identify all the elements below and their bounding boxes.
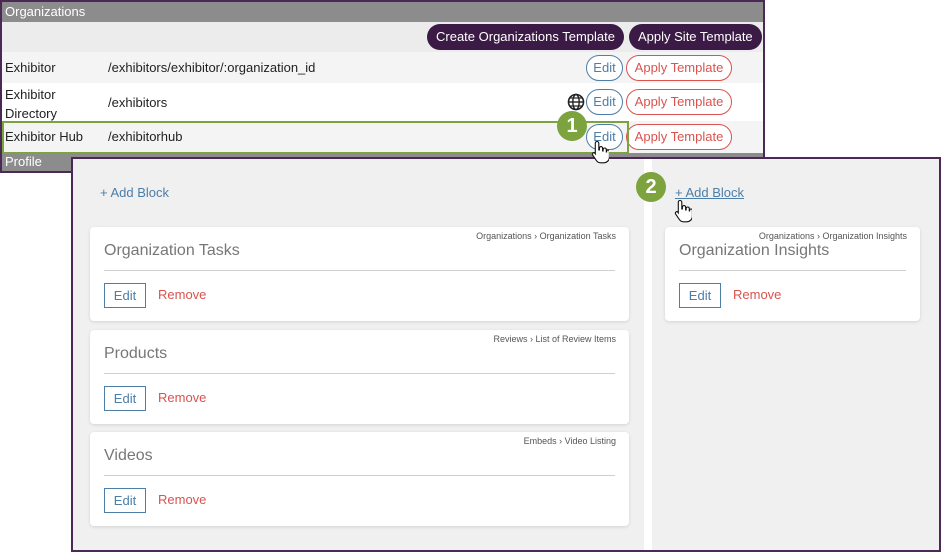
block-edit-button[interactable]: Edit — [104, 283, 146, 308]
block-card: Embeds › Video Listing Videos Edit Remov… — [90, 432, 629, 526]
row-name: Exhibitor Hub — [5, 129, 84, 144]
step-badge-1: 1 — [557, 111, 587, 141]
block-edit-button[interactable]: Edit — [104, 488, 146, 513]
block-breadcrumb: Organizations › Organization Tasks — [476, 231, 616, 241]
table-row: Exhibitor /exhibitors/exhibitor/:organiz… — [2, 52, 763, 83]
block-title: Organization Insights — [679, 242, 830, 259]
block-title: Products — [104, 345, 168, 362]
block-card: Reviews › List of Review Items Products … — [90, 330, 629, 424]
divider — [104, 373, 615, 374]
row-path: /exhibitorhub — [108, 129, 183, 144]
block-breadcrumb: Reviews › List of Review Items — [493, 334, 616, 344]
block-remove-link[interactable]: Remove — [733, 287, 781, 302]
block-remove-link[interactable]: Remove — [158, 287, 206, 302]
step-badge-2: 2 — [636, 172, 666, 202]
organizations-toolbar: Create Organizations Template Apply Site… — [2, 22, 763, 52]
block-title: Videos — [104, 447, 153, 464]
block-remove-link[interactable]: Remove — [158, 492, 206, 507]
hand-pointer-icon — [674, 199, 692, 223]
column-divider — [644, 159, 652, 550]
block-title: Organization Tasks — [104, 242, 240, 259]
apply-template-button[interactable]: Apply Template — [626, 55, 732, 81]
block-card: Organizations › Organization Tasks Organ… — [90, 227, 629, 321]
block-edit-button[interactable]: Edit — [104, 386, 146, 411]
organizations-header: Organizations — [2, 2, 763, 22]
block-card: Organizations › Organization Insights Or… — [665, 227, 920, 321]
apply-template-button[interactable]: Apply Template — [626, 89, 732, 115]
table-row: Exhibitor Hub /exhibitorhub Edit Apply T… — [2, 121, 763, 153]
edit-button[interactable]: Edit — [586, 89, 623, 115]
apply-template-button[interactable]: Apply Template — [626, 124, 732, 150]
divider — [679, 270, 906, 271]
divider — [104, 270, 615, 271]
row-path: /exhibitors — [108, 95, 168, 110]
add-block-link-left[interactable]: + Add Block — [100, 185, 169, 200]
globe-icon — [567, 93, 585, 111]
row-path: /exhibitors/exhibitor/:organization_id — [108, 60, 316, 75]
hand-pointer-icon — [591, 140, 609, 164]
create-organizations-template-button[interactable]: Create Organizations Template — [427, 24, 624, 50]
row-name: Exhibitor Directory — [5, 87, 58, 121]
divider — [104, 475, 615, 476]
layout-builder-panel: + Add Block + Add Block Organizations › … — [71, 157, 941, 552]
block-breadcrumb: Embeds › Video Listing — [523, 436, 616, 446]
organizations-panel: Organizations Create Organizations Templ… — [0, 0, 765, 173]
apply-site-template-button[interactable]: Apply Site Template — [629, 24, 762, 50]
block-breadcrumb: Organizations › Organization Insights — [758, 231, 907, 241]
table-row: Exhibitor Directory /exhibitors Edit App… — [2, 83, 763, 121]
edit-button[interactable]: Edit — [586, 55, 623, 81]
block-remove-link[interactable]: Remove — [158, 390, 206, 405]
block-edit-button[interactable]: Edit — [679, 283, 721, 308]
add-block-link-right[interactable]: + Add Block — [675, 185, 744, 200]
row-name: Exhibitor — [5, 60, 56, 75]
